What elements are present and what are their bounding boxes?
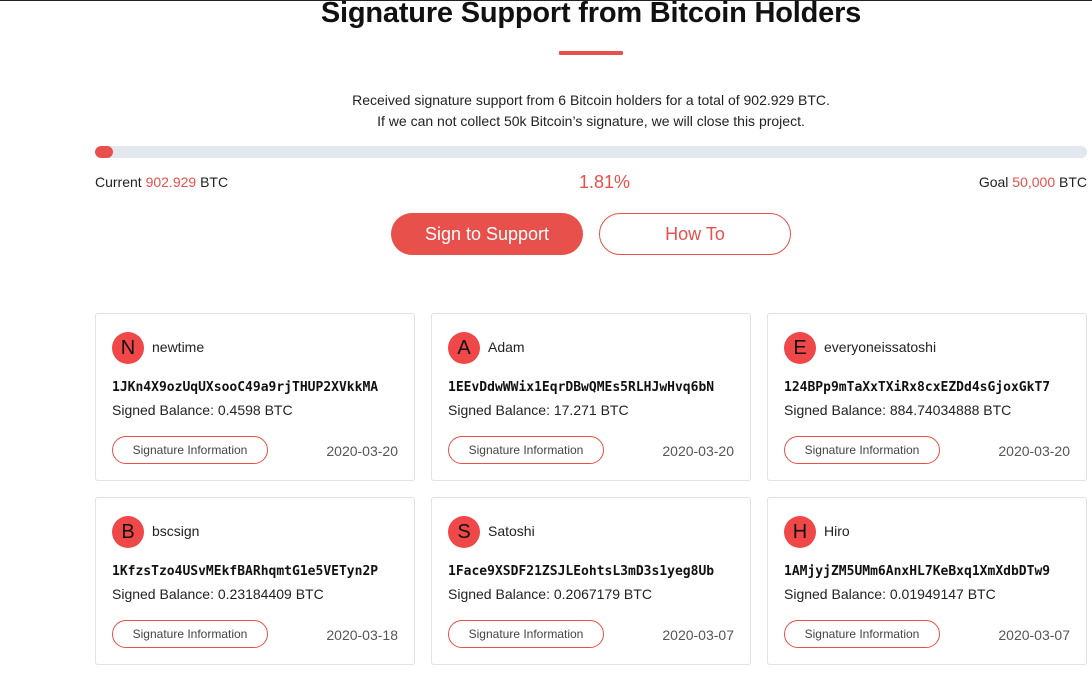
progress-fill xyxy=(95,146,113,158)
signed-balance: Signed Balance: 17.271 BTC xyxy=(448,402,629,418)
avatar: H xyxy=(784,516,816,548)
supporter-name: Satoshi xyxy=(488,523,535,539)
supporter-name: Adam xyxy=(488,339,525,355)
signature-information-button[interactable]: Signature Information xyxy=(784,436,940,464)
supporter-card: E everyoneissatoshi 124BPp9mTaXxTXiRx8cx… xyxy=(767,313,1087,481)
avatar: B xyxy=(112,516,144,548)
supporter-name: Hiro xyxy=(824,523,850,539)
goal-label: Goal xyxy=(978,174,1009,190)
btc-address: 124BPp9mTaXxTXiRx8cxEZDd4sGjoxGkT7 xyxy=(784,380,1051,395)
signature-information-button[interactable]: Signature Information xyxy=(112,620,268,648)
title-underline xyxy=(559,51,623,55)
current-unit: BTC xyxy=(200,174,229,190)
signed-balance: Signed Balance: 884.74034888 BTC xyxy=(784,402,1012,418)
supporter-name: newtime xyxy=(152,339,205,355)
supporter-name: bscsign xyxy=(152,523,200,539)
sign-date: 2020-03-18 xyxy=(326,627,398,643)
avatar: E xyxy=(784,332,816,364)
sign-date: 2020-03-07 xyxy=(998,627,1070,643)
how-to-button[interactable]: How To xyxy=(599,213,791,255)
signed-balance: Signed Balance: 0.2067179 BTC xyxy=(448,586,652,602)
sign-date: 2020-03-20 xyxy=(662,443,734,459)
goal-value: 50,000 xyxy=(1012,174,1056,190)
signature-information-button[interactable]: Signature Information xyxy=(448,436,604,464)
avatar: N xyxy=(112,332,144,364)
btc-address: 1EEvDdwWWix1EqrDBwQMEs5RLHJwHvq6bN xyxy=(448,380,715,395)
description: Received signature support from 6 Bitcoi… xyxy=(0,90,1092,132)
description-line-2: If we can not collect 50k Bitcoin’s sign… xyxy=(377,113,805,129)
signature-information-button[interactable]: Signature Information xyxy=(448,620,604,648)
sign-date: 2020-03-20 xyxy=(326,443,398,459)
avatar: A xyxy=(448,332,480,364)
supporter-name: everyoneissatoshi xyxy=(824,339,937,355)
sign-date: 2020-03-07 xyxy=(662,627,734,643)
btc-address: 1Face9XSDF21ZSJLEohtsL3mD3s1yeg8Ub xyxy=(448,564,715,579)
btc-address: 1AMjyjZM5UMm6AnxHL7KeBxq1XmXdbDTw9 xyxy=(784,564,1051,579)
progress-bar xyxy=(95,146,1087,158)
signature-information-button[interactable]: Signature Information xyxy=(784,620,940,648)
current-value: 902.929 xyxy=(145,174,197,190)
description-line-1: Received signature support from 6 Bitcoi… xyxy=(352,92,830,108)
sign-date: 2020-03-20 xyxy=(998,443,1070,459)
supporter-card: A Adam 1EEvDdwWWix1EqrDBwQMEs5RLHJwHvq6b… xyxy=(431,313,751,481)
goal-stat: Goal 50,000 BTC xyxy=(979,174,1087,190)
current-label: Current xyxy=(95,174,142,190)
page-title: Signature Support from Bitcoin Holders xyxy=(320,0,862,29)
supporter-card: B bscsign 1KfzsTzo4USvMEkfBARhqmtG1e5VET… xyxy=(95,497,415,665)
signature-information-button[interactable]: Signature Information xyxy=(112,436,268,464)
btc-address: 1JKn4X9ozUqUXsooC49a9rjTHUP2XVkkMA xyxy=(112,380,379,395)
supporter-card: N newtime 1JKn4X9ozUqUXsooC49a9rjTHUP2XV… xyxy=(95,313,415,481)
signed-balance: Signed Balance: 0.23184409 BTC xyxy=(112,586,324,602)
supporter-card: S Satoshi 1Face9XSDF21ZSJLEohtsL3mD3s1ye… xyxy=(431,497,751,665)
signed-balance: Signed Balance: 0.01949147 BTC xyxy=(784,586,996,602)
goal-unit: BTC xyxy=(1059,174,1087,190)
btc-address: 1KfzsTzo4USvMEkfBARhqmtG1e5VETyn2P xyxy=(112,564,379,579)
sign-to-support-button[interactable]: Sign to Support xyxy=(391,213,583,255)
signed-balance: Signed Balance: 0.4598 BTC xyxy=(112,402,293,418)
avatar: S xyxy=(448,516,480,548)
current-stat: Current 902.929 BTC xyxy=(95,174,228,190)
supporter-card: H Hiro 1AMjyjZM5UMm6AnxHL7KeBxq1XmXdbDTw… xyxy=(767,497,1087,665)
progress-percent: 1.81% xyxy=(579,172,631,192)
